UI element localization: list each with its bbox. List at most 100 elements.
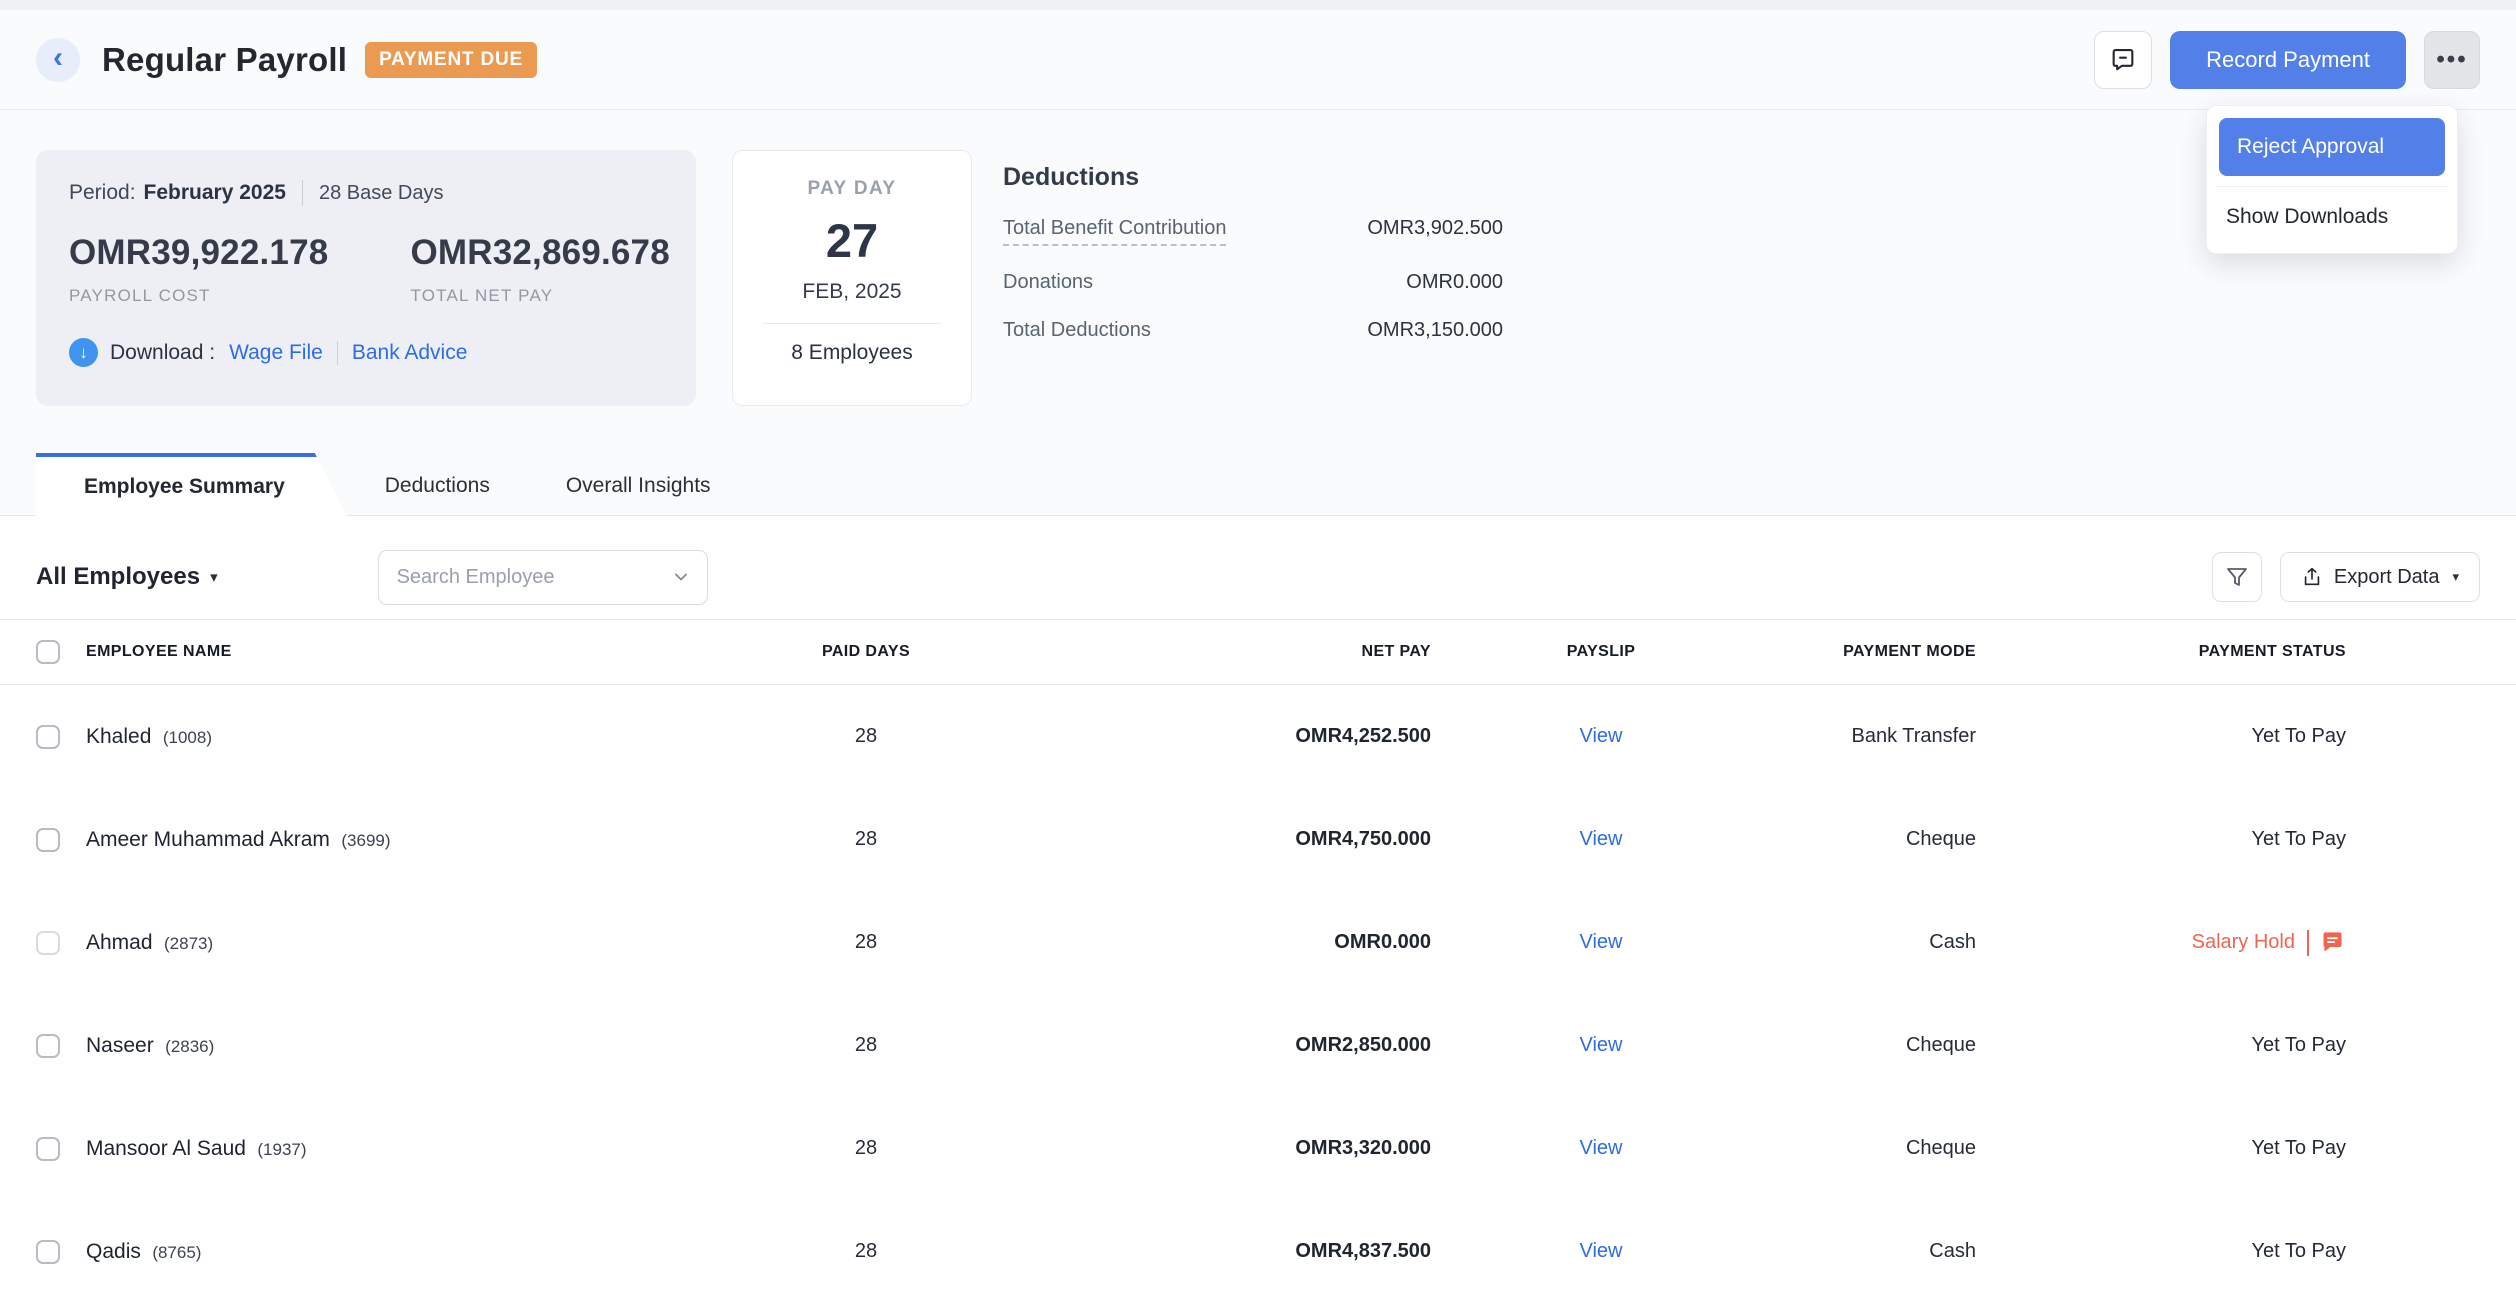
payday-label: PAY DAY — [807, 178, 896, 200]
employee-name[interactable]: Ahmad — [86, 931, 153, 954]
payment-status: Yet To Pay — [1976, 725, 2346, 748]
row-checkbox[interactable] — [36, 931, 60, 955]
row-checkbox[interactable] — [36, 1034, 60, 1058]
base-days: 28 Base Days — [319, 182, 444, 205]
page-header: ‹ Regular Payroll PAYMENT DUE Record Pay… — [0, 10, 2516, 110]
employee-name[interactable]: Qadis — [86, 1240, 141, 1263]
select-all-checkbox[interactable] — [36, 640, 60, 664]
deduction-value: OMR3,150.000 — [1367, 319, 1503, 342]
filter-button[interactable] — [2212, 552, 2262, 602]
payment-status-value: Yet To Pay — [2251, 1137, 2346, 1160]
payment-status-value: Yet To Pay — [2251, 1034, 2346, 1057]
payslip-view-link[interactable]: View — [1580, 1137, 1623, 1159]
employee-name[interactable]: Mansoor Al Saud — [86, 1137, 246, 1160]
payment-status-value: Yet To Pay — [2251, 828, 2346, 851]
deductions-title: Deductions — [1003, 163, 1503, 192]
employee-id: (2873) — [164, 934, 213, 953]
payslip-view-link[interactable]: View — [1580, 828, 1623, 850]
row-checkbox[interactable] — [36, 725, 60, 749]
total-net-pay-value: OMR32,869.678 — [410, 233, 669, 273]
net-pay-value: OMR4,252.500 — [956, 725, 1431, 748]
bank-advice-link[interactable]: Bank Advice — [352, 341, 468, 365]
ellipsis-icon: ••• — [2436, 46, 2467, 74]
employee-name[interactable]: Khaled — [86, 725, 151, 748]
employee-search-box[interactable] — [378, 550, 708, 605]
employee-id: (8765) — [152, 1243, 201, 1262]
payment-mode-value: Bank Transfer — [1771, 725, 1976, 748]
employee-table-body: Khaled (1008) 28 OMR4,252.500 View Bank … — [0, 685, 2516, 1302]
payment-status-value: Yet To Pay — [2251, 1240, 2346, 1263]
payroll-cost-value: OMR39,922.178 — [69, 233, 328, 273]
download-icon: ↓ — [69, 338, 98, 367]
filter-icon — [2225, 565, 2249, 589]
column-paid-days: PAID DAYS — [776, 643, 956, 661]
comments-button[interactable] — [2094, 31, 2152, 89]
payslip-view-link[interactable]: View — [1580, 1240, 1623, 1262]
payment-mode-value: Cheque — [1771, 1034, 1976, 1057]
deduction-label-benefit-contribution[interactable]: Total Benefit Contribution — [1003, 217, 1226, 246]
tab-deductions[interactable]: Deductions — [347, 456, 528, 515]
payroll-summary-card: Period: February 2025 28 Base Days OMR39… — [36, 150, 696, 406]
menu-item-reject-approval[interactable]: Reject Approval — [2219, 118, 2445, 176]
payment-status: Yet To Pay — [1976, 1034, 2346, 1057]
deduction-value: OMR0.000 — [1406, 271, 1503, 294]
tab-overall-insights[interactable]: Overall Insights — [528, 456, 749, 515]
wage-file-link[interactable]: Wage File — [229, 341, 323, 365]
period-value: February 2025 — [144, 181, 286, 205]
payday-date: FEB, 2025 — [802, 280, 901, 304]
row-checkbox[interactable] — [36, 828, 60, 852]
page-title: Regular Payroll — [102, 41, 347, 79]
window-top-strip — [0, 0, 2516, 10]
divider — [763, 323, 941, 324]
employee-id: (2836) — [165, 1037, 214, 1056]
employee-id: (1008) — [163, 728, 212, 747]
period-label: Period: — [69, 181, 136, 205]
net-pay-value: OMR0.000 — [956, 931, 1431, 954]
payment-mode-value: Cheque — [1771, 828, 1976, 851]
divider — [302, 180, 303, 206]
row-checkbox[interactable] — [36, 1137, 60, 1161]
payroll-cost-label: PAYROLL COST — [69, 286, 328, 306]
employee-name[interactable]: Naseer — [86, 1034, 154, 1057]
hold-comment-icon[interactable] — [2295, 929, 2346, 956]
paid-days-value: 28 — [776, 1034, 956, 1057]
table-row: Ameer Muhammad Akram (3699) 28 OMR4,750.… — [0, 788, 2516, 891]
table-row: Ahmad (2873) 28 OMR0.000 View Cash Salar… — [0, 891, 2516, 994]
back-button[interactable]: ‹ — [36, 38, 80, 82]
payslip-view-link[interactable]: View — [1580, 1034, 1623, 1056]
comment-icon — [2109, 46, 2137, 74]
payment-mode-value: Cheque — [1771, 1137, 1976, 1160]
summary-section: Period: February 2025 28 Base Days OMR39… — [0, 110, 2516, 516]
more-actions-button[interactable]: ••• — [2424, 31, 2480, 89]
menu-item-show-downloads[interactable]: Show Downloads — [2219, 187, 2445, 241]
column-payment-status: PAYMENT STATUS — [1976, 643, 2346, 661]
net-pay-value: OMR4,750.000 — [956, 828, 1431, 851]
employee-id: (1937) — [257, 1140, 306, 1159]
paid-days-value: 28 — [776, 725, 956, 748]
paid-days-value: 28 — [776, 1240, 956, 1263]
net-pay-value: OMR3,320.000 — [956, 1137, 1431, 1160]
employee-filter-dropdown[interactable]: All Employees ▾ — [36, 563, 218, 591]
export-data-button[interactable]: Export Data ▾ — [2280, 552, 2480, 602]
divider — [337, 341, 338, 365]
payment-status: Salary Hold — [1976, 929, 2346, 956]
employee-name[interactable]: Ameer Muhammad Akram — [86, 828, 330, 851]
status-badge: PAYMENT DUE — [365, 42, 537, 78]
payslip-view-link[interactable]: View — [1580, 931, 1623, 953]
payslip-view-link[interactable]: View — [1580, 725, 1623, 747]
search-input[interactable] — [397, 566, 671, 589]
record-payment-button[interactable]: Record Payment — [2170, 31, 2406, 89]
column-net-pay: NET PAY — [956, 643, 1431, 661]
table-row: Mansoor Al Saud (1937) 28 OMR3,320.000 V… — [0, 1097, 2516, 1200]
payday-card: PAY DAY 27 FEB, 2025 8 Employees — [732, 150, 972, 406]
back-icon: ‹ — [53, 43, 63, 73]
table-header: EMPLOYEE NAME PAID DAYS NET PAY PAYSLIP … — [0, 619, 2516, 685]
total-net-pay-label: TOTAL NET PAY — [410, 286, 669, 306]
payment-mode-value: Cash — [1771, 931, 1976, 954]
row-checkbox[interactable] — [36, 1240, 60, 1264]
employee-id: (3699) — [341, 831, 390, 850]
deduction-label-total-deductions: Total Deductions — [1003, 319, 1151, 342]
deductions-summary: Deductions Total Benefit Contribution OM… — [1003, 150, 1503, 342]
tab-employee-summary[interactable]: Employee Summary — [36, 453, 347, 516]
chevron-down-icon — [671, 567, 691, 587]
